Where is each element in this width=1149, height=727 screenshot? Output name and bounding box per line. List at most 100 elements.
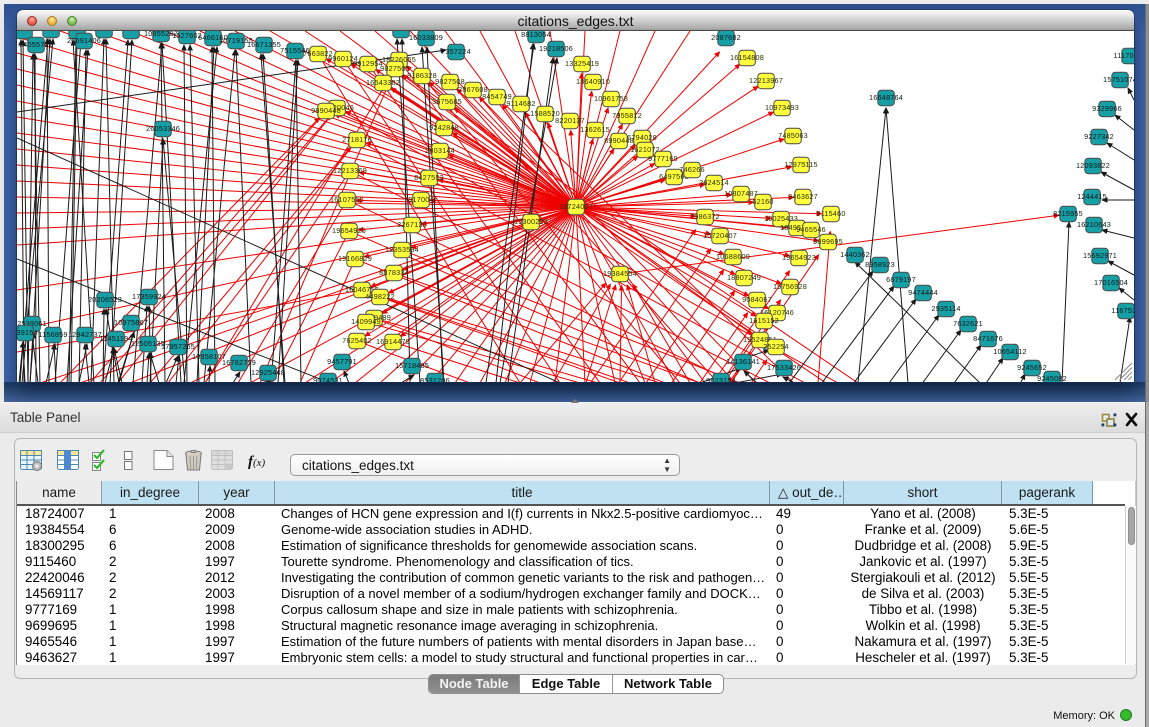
svg-text:1244415: 1244415 <box>1077 192 1107 201</box>
svg-text:19218506: 19218506 <box>539 44 573 53</box>
svg-text:8427552: 8427552 <box>414 173 444 182</box>
svg-text:12353594: 12353594 <box>385 245 419 254</box>
svg-text:6879197: 6879197 <box>886 275 916 284</box>
svg-text:7986372: 7986372 <box>690 212 720 221</box>
svg-text:7955812: 7955812 <box>612 111 642 120</box>
svg-text:14055721: 14055721 <box>19 40 53 49</box>
svg-text:16107552: 16107552 <box>330 195 364 204</box>
svg-text:9084067: 9084067 <box>742 295 772 304</box>
svg-text:2087682: 2087682 <box>711 33 741 42</box>
svg-text:19384554: 19384554 <box>603 269 637 278</box>
svg-text:2935114: 2935114 <box>931 304 960 313</box>
svg-text:6794028: 6794028 <box>627 133 657 142</box>
svg-text:8215955: 8215955 <box>1053 209 1083 218</box>
svg-text:10958107: 10958107 <box>192 352 226 361</box>
svg-text:539154: 539154 <box>17 328 38 337</box>
svg-text:9242848: 9242848 <box>429 123 459 132</box>
svg-text:746266: 746266 <box>679 165 705 174</box>
svg-text:3267130: 3267130 <box>397 220 427 229</box>
svg-text:15692971: 15692971 <box>1083 251 1117 260</box>
svg-text:62160: 62160 <box>752 197 773 206</box>
svg-text:9227342: 9227342 <box>1084 132 1114 141</box>
svg-text:12925448: 12925448 <box>251 368 285 377</box>
svg-text:9777169: 9777169 <box>648 154 678 163</box>
svg-text:4498222: 4498222 <box>365 292 395 301</box>
svg-text:9115460: 9115460 <box>816 209 845 218</box>
svg-text:8531206: 8531206 <box>420 376 450 382</box>
svg-text:16033809: 16033809 <box>409 33 443 42</box>
svg-text:26053346: 26053346 <box>146 124 180 133</box>
svg-text:15300293: 15300293 <box>514 217 548 226</box>
svg-text:17533426: 17533426 <box>767 363 801 372</box>
svg-text:7357224: 7357224 <box>441 47 471 56</box>
svg-text:7632621: 7632621 <box>953 319 983 328</box>
svg-text:9329966: 9329966 <box>1092 104 1122 113</box>
svg-text:12093822: 12093822 <box>1076 161 1110 170</box>
svg-text:9899695: 9899695 <box>813 237 843 246</box>
svg-text:12213369: 12213369 <box>333 166 367 175</box>
svg-text:20206523: 20206523 <box>88 295 122 304</box>
svg-text:19756928: 19756928 <box>773 282 807 291</box>
svg-text:8471676: 8471676 <box>973 334 1003 343</box>
svg-text:16543382: 16543382 <box>366 78 400 87</box>
svg-text:8220137: 8220137 <box>555 116 585 125</box>
svg-text:9474444: 9474444 <box>908 288 938 297</box>
svg-text:20691406: 20691406 <box>67 36 101 45</box>
svg-text:1440362: 1440362 <box>840 250 870 259</box>
svg-text:8958923: 8958923 <box>865 260 895 269</box>
svg-text:16210643: 16210643 <box>1077 220 1111 229</box>
svg-text:10688609: 10688609 <box>716 252 750 261</box>
svg-text:1156859: 1156859 <box>38 330 67 339</box>
svg-text:12942737: 12942737 <box>68 330 102 339</box>
svg-text:9245082: 9245082 <box>1037 374 1067 382</box>
svg-text:16648764: 16648764 <box>869 93 903 102</box>
svg-text:15751074: 15751074 <box>1103 75 1134 84</box>
svg-text:9074531: 9074531 <box>313 376 343 382</box>
svg-text:(x): (x) <box>253 457 266 469</box>
svg-text:17016504: 17016504 <box>1094 278 1128 287</box>
svg-text:9465546: 9465546 <box>796 225 826 234</box>
svg-text:17957265: 17957265 <box>161 342 195 351</box>
svg-text:1167533: 1167533 <box>1111 306 1134 315</box>
svg-text:2803144: 2803144 <box>425 146 455 155</box>
svg-text:13325419: 13325419 <box>565 59 599 68</box>
svg-text:12975115: 12975115 <box>784 160 818 169</box>
svg-text:12505135: 12505135 <box>131 339 165 348</box>
svg-text:9890448: 9890448 <box>311 106 341 115</box>
svg-text:16154808: 16154808 <box>730 53 764 62</box>
svg-text:917004: 917004 <box>408 195 434 204</box>
svg-text:3675685: 3675685 <box>432 97 462 106</box>
svg-text:9245652: 9245652 <box>1017 363 1047 372</box>
svg-text:10973493: 10973493 <box>765 103 799 112</box>
svg-text:17359924: 17359924 <box>132 292 166 301</box>
svg-text:8813054: 8813054 <box>521 31 551 39</box>
svg-text:15720407: 15720407 <box>703 231 737 240</box>
svg-text:9463627: 9463627 <box>788 192 818 201</box>
svg-text:10654112: 10654112 <box>993 347 1027 356</box>
svg-text:7485063: 7485063 <box>778 131 808 140</box>
svg-text:19654925: 19654925 <box>332 226 366 235</box>
svg-text:11170435: 11170435 <box>1114 51 1134 60</box>
svg-text:19166829: 19166829 <box>338 254 372 263</box>
svg-text:10975867: 10975867 <box>114 318 148 327</box>
svg-text:1409949: 1409949 <box>351 317 381 326</box>
svg-text:11451194: 11451194 <box>100 334 133 343</box>
svg-text:7625402: 7625402 <box>342 336 372 345</box>
svg-text:18724007: 18724007 <box>559 202 593 211</box>
svg-text:10961758: 10961758 <box>594 94 628 103</box>
svg-text:1615152: 1615152 <box>749 316 779 325</box>
svg-text:252254: 252254 <box>763 342 789 351</box>
svg-text:16914479: 16914479 <box>376 337 410 346</box>
svg-text:12213967: 12213967 <box>749 76 783 85</box>
svg-text:8878334: 8878334 <box>379 268 409 277</box>
svg-text:8912954: 8912954 <box>353 59 383 68</box>
svg-text:1362615: 1362615 <box>580 125 610 134</box>
svg-text:18807249: 18807249 <box>727 273 761 282</box>
svg-text:19654923: 19654923 <box>782 253 816 262</box>
svg-text:18640910: 18640910 <box>576 77 610 86</box>
svg-text:14136141: 14136141 <box>726 357 760 366</box>
svg-text:3624514: 3624514 <box>699 178 729 187</box>
svg-text:9114682: 9114682 <box>506 99 535 108</box>
svg-text:9827505: 9827505 <box>380 64 410 73</box>
svg-text:9457791: 9457791 <box>327 357 357 366</box>
